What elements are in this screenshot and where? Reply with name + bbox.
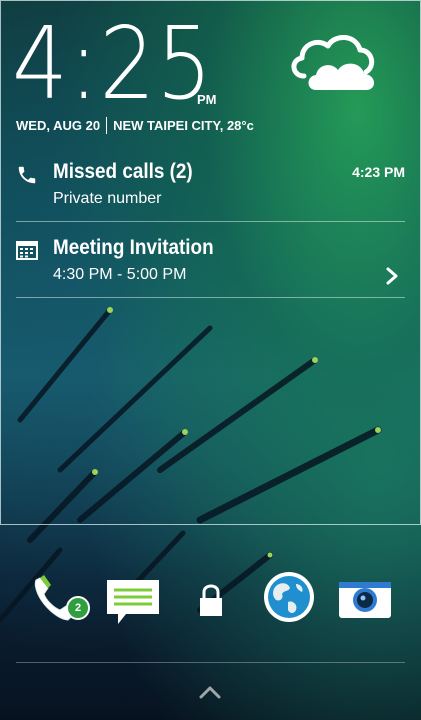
date-weather-line: WED, AUG 20 NEW TAIPEI CITY, 28°c [16,117,254,134]
notification-title: Missed calls (2) [53,160,193,183]
date-separator [106,117,108,134]
messages-shortcut[interactable] [104,568,162,628]
temperature: 28°c [226,118,254,133]
lock-icon [195,584,227,628]
notification-time: 4:23 PM [352,164,405,180]
clock-ampm: PM [197,92,217,107]
chevron-right-icon[interactable] [385,266,399,286]
browser-shortcut[interactable] [262,568,318,628]
lockscreen-shortcut-dock: 2 [0,568,421,630]
calendar-icon [16,240,40,260]
camera-icon [337,582,393,628]
message-icon [104,580,162,630]
notification-divider [16,221,405,222]
phone-shortcut[interactable]: 2 [28,568,90,628]
notification-missed-calls[interactable]: Missed calls (2) Private number 4:23 PM [16,160,405,210]
notification-subtitle: Private number [53,190,162,207]
unlock-button[interactable] [195,568,227,628]
dock-divider [16,662,405,663]
missed-call-badge: 2 [66,596,90,620]
notification-subtitle: 4:30 PM - 5:00 PM [53,266,187,283]
clock-time: 4:25 [12,5,214,122]
date-day-number: 20 [85,118,101,133]
phone-icon [16,164,40,184]
chevron-up-icon[interactable] [198,684,222,700]
notification-title: Meeting Invitation [53,236,214,259]
date-day: WED, AUG [16,118,82,133]
notification-divider [16,297,405,298]
camera-shortcut[interactable] [337,568,393,628]
city-name: NEW TAIPEI CITY, [113,118,224,133]
globe-icon [262,572,318,628]
notification-meeting-invitation[interactable]: Meeting Invitation 4:30 PM - 5:00 PM [16,236,405,288]
cloudy-icon[interactable] [286,30,388,94]
